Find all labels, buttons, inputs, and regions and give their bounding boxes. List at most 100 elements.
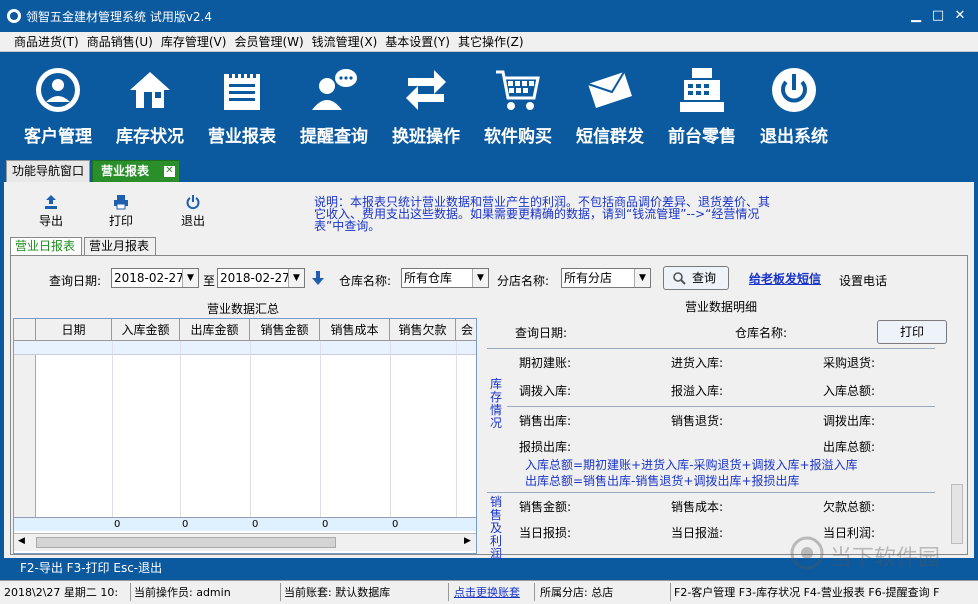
minimize-button[interactable]: ▁ [906,6,926,26]
status-account: 当前账套: 默认数据库 [284,586,391,599]
detail-warehouse: 仓库名称: [735,326,788,340]
sales-cost-label: 销售成本: [671,500,724,514]
overflow-in-label: 报溢入库: [671,384,724,398]
menu-purchase[interactable]: 商品进货(T) [10,32,83,50]
chevron-down-icon[interactable]: ▼ [288,269,304,287]
total-out-label: 出库总额: [823,440,876,454]
col-sales-amount[interactable]: 销售金额 [250,319,320,341]
print-button[interactable]: 打印 [96,194,146,229]
stock-button[interactable]: 库存状况 [104,52,196,156]
detail-title: 营业数据明细 [685,300,758,314]
status-branch: 所属分店: 总店 [540,586,614,599]
detail-print-button[interactable]: 打印 [877,320,947,344]
grid-header: 日期 入库金额 出库金额 销售金额 销售成本 销售欠款 会 [14,319,476,341]
transfer-in-label: 调拨入库: [519,384,572,398]
chevron-down-icon[interactable]: ▼ [182,269,198,287]
col-sales-debt[interactable]: 销售欠款 [390,319,456,341]
total-in-label: 入库总额: [823,384,876,398]
formula-out: 出库总额=销售出库-销售退货+调拨出库+报损出库 [525,474,800,488]
main-toolbar: 客户管理 库存状况 营业报表 提醒查询 换班操作 软件购买 短信群发 前台零售 … [0,52,978,156]
date-to-label: 至 [203,274,216,288]
row-header-column [14,355,36,517]
scroll-left-icon[interactable]: ◀ [18,536,25,546]
change-account-link[interactable]: 点击更换账套 [454,585,520,601]
exit-system-button[interactable]: 退出系统 [748,52,840,156]
status-operator: 当前操作员: admin [134,586,231,599]
date-to-value: 2018-02-27 [220,271,290,285]
swap-arrows-icon [406,70,446,110]
customer-label: 客户管理 [24,127,92,147]
customer-button[interactable]: 客户管理 [12,52,104,156]
menu-settings[interactable]: 基本设置(Y) [381,32,454,50]
exit-label: 退出 [180,214,205,228]
report-button[interactable]: 营业报表 [196,52,288,156]
menu-other[interactable]: 其它操作(Z) [454,32,528,50]
tab-monthly-report[interactable]: 营业月报表 [84,237,156,255]
warehouse-select[interactable]: 所有仓库 ▼ [401,268,489,288]
query-date-label: 查询日期: [49,274,102,288]
total-sales: 0 [252,519,259,530]
purchase-label: 软件购买 [484,127,552,147]
watermark: 当下软件园 [790,530,960,578]
total-cost: 0 [322,519,329,530]
tab-business-report-label: 营业报表 [101,164,150,178]
envelope-icon [587,71,632,108]
tab-daily-report[interactable]: 营业日报表 [10,237,82,255]
maximize-button[interactable]: □ [928,6,948,26]
sms-label: 短信群发 [576,127,644,147]
menu-members[interactable]: 会员管理(W) [230,32,307,50]
warehouse-value: 所有仓库 [404,271,453,285]
status-datetime: 2018\2\27 星期二 10: [4,586,119,599]
horizontal-scrollbar[interactable]: ◀ ▶ [14,533,476,551]
transfer-out-label: 调拨出库: [823,414,876,428]
formula-in: 入库总额=期初建账+进货入库-采购退货+调拨入库+报溢入库 [525,458,858,472]
arrow-down-icon[interactable] [311,270,325,286]
col-sales-cost[interactable]: 销售成本 [320,319,390,341]
report-content: 导出 打印 退出 说明：本报表只统计营业数据和营业产生的利润。不包括商品调价差异… [4,182,974,561]
col-in-amount[interactable]: 入库金额 [112,319,180,341]
sales-side-label: 销售及利润 [489,495,502,561]
date-to-picker[interactable]: 2018-02-27 ▼ [217,268,305,288]
power-small-icon [186,195,200,210]
tab-close-icon[interactable]: ✕ [164,166,175,177]
shift-button[interactable]: 换班操作 [380,52,472,156]
close-button[interactable]: ✕ [950,6,970,26]
printer-icon [114,195,128,210]
sales-out-label: 销售出库: [519,414,572,428]
totals-row: 0 0 0 0 0 [14,517,476,531]
col-more[interactable]: 会 [456,319,476,341]
date-from-picker[interactable]: 2018-02-27 ▼ [111,268,199,288]
menu-sales[interactable]: 商品销售(U) [83,32,157,50]
reminder-button[interactable]: 提醒查询 [288,52,380,156]
grid-corner [14,319,36,341]
tab-business-report[interactable]: 营业报表 ✕ [92,160,180,182]
col-out-amount[interactable]: 出库金额 [180,319,250,341]
menu-bar: 商品进货(T) 商品销售(U) 库存管理(V) 会员管理(W) 钱流管理(X) … [0,32,978,52]
detail-panel: 营业数据明细 查询日期: 仓库名称: 打印 库存情况 期初建账: 进货入库: 采… [483,256,969,561]
sms-button[interactable]: 短信群发 [564,52,656,156]
export-button[interactable]: 导出 [26,194,76,229]
summary-grid: 日期 入库金额 出库金额 销售金额 销售成本 销售欠款 会 0 0 0 0 0 [13,318,477,554]
report-note: 说明：本报表只统计营业数据和营业产生的利润。不包括商品调价差异、退货差价、其它收… [314,195,771,233]
opening-balance-label: 期初建账: [519,356,572,370]
retail-button[interactable]: 前台零售 [656,52,748,156]
tab-navigation[interactable]: 功能导航窗口 [6,160,90,182]
date-from-value: 2018-02-27 [114,271,184,285]
table-row[interactable] [14,341,476,355]
print-label: 打印 [108,214,133,228]
title-bar: 领智五金建材管理系统 试用版v2.4 ▁ □ ✕ [0,0,978,32]
sales-amount-label: 销售金额: [519,500,572,514]
purchase-in-label: 进货入库: [671,356,724,370]
power-icon [772,68,816,112]
menu-inventory[interactable]: 库存管理(V) [157,32,231,50]
scroll-thumb[interactable] [36,537,336,548]
window-title: 领智五金建材管理系统 试用版v2.4 [26,10,213,24]
col-date[interactable]: 日期 [36,319,112,341]
daily-report-panel: 查询日期: 2018-02-27 ▼ 至 2018-02-27 ▼ 仓库名称: … [10,255,969,561]
daily-loss-label: 当日报损: [519,526,572,540]
purchase-button[interactable]: 软件购买 [472,52,564,156]
report-icon [224,70,260,110]
exit-button[interactable]: 退出 [168,194,218,229]
scroll-right-icon[interactable]: ▶ [464,536,471,546]
menu-cashflow[interactable]: 钱流管理(X) [308,32,382,50]
